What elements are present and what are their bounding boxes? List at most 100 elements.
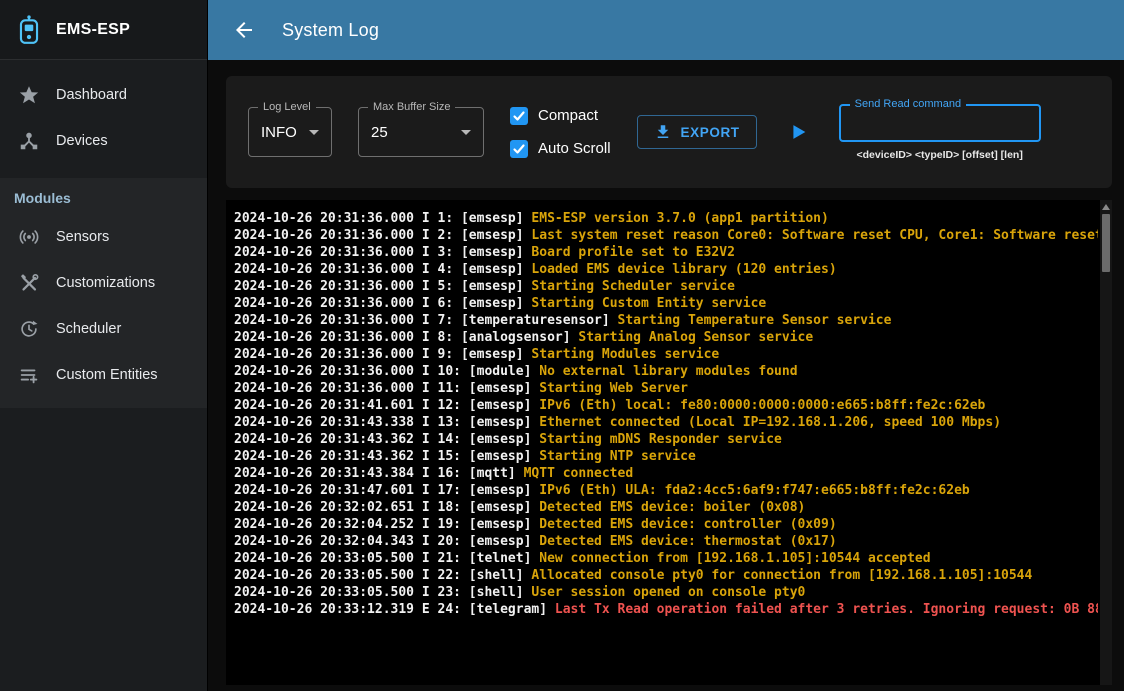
log-level-select[interactable]: Log Level INFO [248,107,332,157]
log-prefix: 2024-10-26 20:33:05.500 I 21: [telnet] [234,551,539,566]
send-read-field: Send Read command [839,104,1041,142]
log-line: 2024-10-26 20:33:05.500 I 23: [shell] Us… [234,584,1098,601]
log-message: IPv6 (Eth) local: fe80:0000:0000:0000:e6… [539,398,985,413]
log-line: 2024-10-26 20:31:36.000 I 6: [emsesp] St… [234,295,1098,312]
log-prefix: 2024-10-26 20:31:43.362 I 14: [emsesp] [234,432,539,447]
log-message: Starting Custom Entity service [531,296,766,311]
modules-section-label: Modules [0,178,207,214]
scroll-up-icon[interactable] [1102,204,1110,210]
log-message: Detected EMS device: boiler (0x08) [539,500,805,515]
compact-label: Compact [538,107,598,124]
log-prefix: 2024-10-26 20:31:36.000 I 11: [emsesp] [234,381,539,396]
page-title: System Log [282,20,379,41]
sidebar: EMS-ESP Dashboard Devices Modules [0,0,208,691]
checkbox-checked-icon [510,140,528,158]
log-prefix: 2024-10-26 20:33:05.500 I 23: [shell] [234,585,531,600]
log-prefix: 2024-10-26 20:31:36.000 I 1: [emsesp] [234,211,531,226]
max-buffer-value: 25 [371,124,388,141]
download-icon [654,123,672,141]
log-message: User session opened on console pty0 [531,585,805,600]
max-buffer-label: Max Buffer Size [368,101,455,113]
sidebar-item-sensors[interactable]: Sensors [0,214,207,260]
sidebar-item-label: Sensors [56,229,109,245]
dropdown-arrow-icon [461,130,471,135]
log-message: New connection from [192.168.1.105]:1054… [539,551,930,566]
log-line: 2024-10-26 20:31:36.000 I 1: [emsesp] EM… [234,210,1098,227]
log-prefix: 2024-10-26 20:31:36.000 I 5: [emsesp] [234,279,531,294]
log-prefix: 2024-10-26 20:33:12.319 E 24: [telegram] [234,602,555,617]
app-title: EMS-ESP [56,21,130,39]
log-line: 2024-10-26 20:31:47.601 I 17: [emsesp] I… [234,482,1098,499]
compact-checkbox[interactable]: Compact [510,107,611,125]
log-message: Starting Scheduler service [531,279,735,294]
log-message: Allocated console pty0 for connection fr… [531,568,1032,583]
sidebar-nav: Dashboard Devices [0,72,207,164]
scrollbar-thumb[interactable] [1102,214,1110,272]
device-hub-icon [18,130,40,152]
log-line: 2024-10-26 20:31:36.000 I 4: [emsesp] Lo… [234,261,1098,278]
tools-icon [18,272,40,294]
send-read-input[interactable] [851,114,1029,132]
log-message: Starting NTP service [539,449,696,464]
log-message: Starting Temperature Sensor service [618,313,892,328]
log-message: Last system reset reason Core0: Software… [531,228,1098,243]
sidebar-item-customizations[interactable]: Customizations [0,260,207,306]
log-prefix: 2024-10-26 20:31:36.000 I 6: [emsesp] [234,296,531,311]
console-scrollbar[interactable] [1100,200,1112,685]
log-message: Board profile set to E32V2 [531,245,735,260]
log-line: 2024-10-26 20:33:05.500 I 22: [shell] Al… [234,567,1098,584]
sidebar-item-scheduler[interactable]: Scheduler [0,306,207,352]
log-line: 2024-10-26 20:32:04.252 I 19: [emsesp] D… [234,516,1098,533]
log-level-label: Log Level [258,101,316,113]
log-prefix: 2024-10-26 20:33:05.500 I 22: [shell] [234,568,531,583]
log-prefix: 2024-10-26 20:32:02.651 I 18: [emsesp] [234,500,539,515]
sidebar-item-label: Scheduler [56,321,121,337]
log-message: Starting Web Server [539,381,688,396]
auto-scroll-label: Auto Scroll [538,140,611,157]
log-line: 2024-10-26 20:31:36.000 I 11: [emsesp] S… [234,380,1098,397]
sidebar-item-dashboard[interactable]: Dashboard [0,72,207,118]
sidebar-item-label: Custom Entities [56,367,158,383]
log-prefix: 2024-10-26 20:32:04.343 I 20: [emsesp] [234,534,539,549]
export-button-label: EXPORT [681,125,740,140]
log-message: Loaded EMS device library (120 entries) [531,262,836,277]
back-button[interactable] [230,16,258,44]
log-message: Starting Analog Sensor service [578,330,813,345]
star-icon [18,84,40,106]
main-area: System Log Log Level INFO Max Buffer Siz… [208,0,1124,691]
app-logo-icon [16,15,42,45]
auto-scroll-checkbox[interactable]: Auto Scroll [510,140,611,158]
log-console[interactable]: 2024-10-26 20:31:36.000 I 1: [emsesp] EM… [226,200,1112,685]
log-prefix: 2024-10-26 20:31:43.338 I 13: [emsesp] [234,415,539,430]
send-command-button[interactable] [785,119,811,145]
send-read-label: Send Read command [850,98,966,110]
sidebar-item-custom-entities[interactable]: Custom Entities [0,352,207,398]
log-controls-card: Log Level INFO Max Buffer Size 25 Compac… [226,76,1112,188]
sidebar-item-label: Devices [56,133,108,149]
log-line: 2024-10-26 20:31:36.000 I 10: [module] N… [234,363,1098,380]
log-prefix: 2024-10-26 20:31:41.601 I 12: [emsesp] [234,398,539,413]
log-line: 2024-10-26 20:31:36.000 I 5: [emsesp] St… [234,278,1098,295]
log-line: 2024-10-26 20:31:41.601 I 12: [emsesp] I… [234,397,1098,414]
appbar: System Log [208,0,1124,60]
sidebar-item-devices[interactable]: Devices [0,118,207,164]
checkbox-checked-icon [510,107,528,125]
sidebar-modules-section: Modules Sensors [0,178,207,408]
sidebar-header: EMS-ESP [0,0,207,60]
max-buffer-select[interactable]: Max Buffer Size 25 [358,107,484,157]
log-prefix: 2024-10-26 20:32:04.252 I 19: [emsesp] [234,517,539,532]
log-message: No external library modules found [539,364,797,379]
log-line: 2024-10-26 20:33:05.500 I 21: [telnet] N… [234,550,1098,567]
log-line: 2024-10-26 20:31:43.338 I 13: [emsesp] E… [234,414,1098,431]
log-message: IPv6 (Eth) ULA: fda2:4cc5:6af9:f747:e665… [539,483,969,498]
log-message: Detected EMS device: thermostat (0x17) [539,534,836,549]
content: Log Level INFO Max Buffer Size 25 Compac… [208,60,1124,691]
log-line: 2024-10-26 20:33:12.319 E 24: [telegram]… [234,601,1098,618]
log-prefix: 2024-10-26 20:31:43.362 I 15: [emsesp] [234,449,539,464]
export-button[interactable]: EXPORT [637,115,757,149]
arrow-back-icon [232,18,256,42]
log-line: 2024-10-26 20:31:43.384 I 16: [mqtt] MQT… [234,465,1098,482]
log-prefix: 2024-10-26 20:31:43.384 I 16: [mqtt] [234,466,524,481]
log-line: 2024-10-26 20:31:43.362 I 15: [emsesp] S… [234,448,1098,465]
log-message: Ethernet connected (Local IP=192.168.1.2… [539,415,1001,430]
